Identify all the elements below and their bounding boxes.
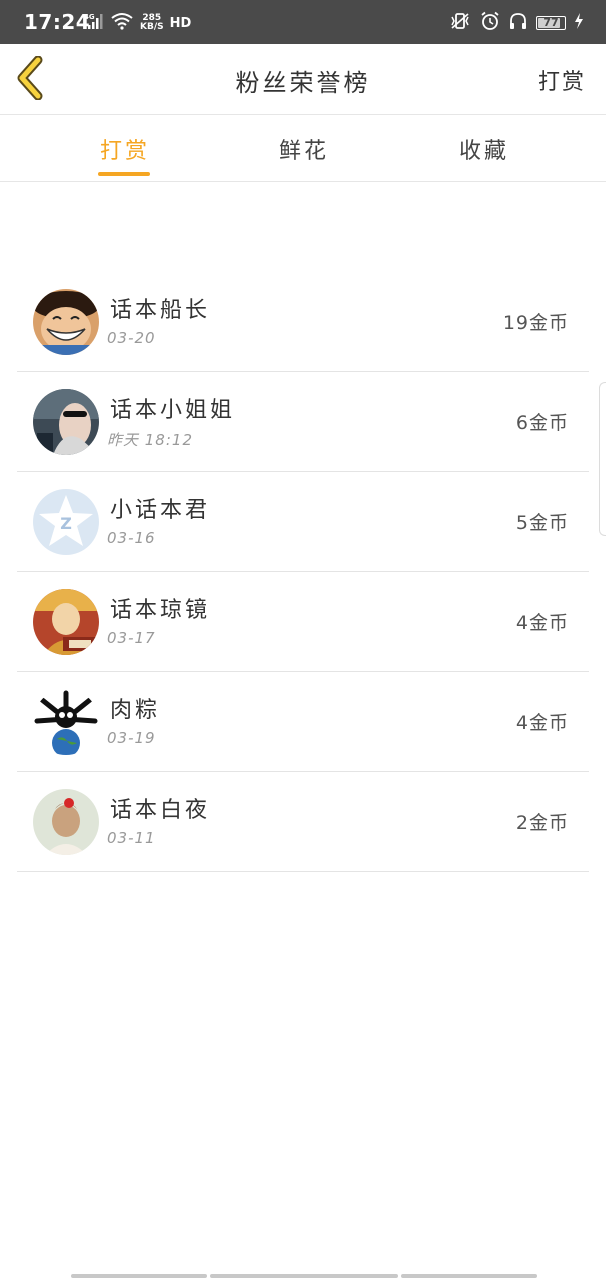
fan-date: 03-20 <box>107 329 156 347</box>
fan-amount: 5金币 <box>515 512 569 534</box>
tab-reward[interactable]: 打赏 <box>100 133 150 165</box>
tab-bar: 打赏 鲜花 收藏 <box>0 115 606 182</box>
status-bar: 17:24 4G 285 KB/S HD 77 <box>0 0 606 44</box>
status-time: 17:24 <box>24 10 91 34</box>
fan-date: 昨天 18:12 <box>107 431 193 449</box>
battery-level: 77 <box>543 16 559 29</box>
fan-amount: 6金币 <box>515 412 569 434</box>
fan-amount: 19金币 <box>502 312 569 334</box>
home-indicator-segment <box>401 1274 537 1278</box>
alarm-icon <box>480 11 500 35</box>
list-item[interactable]: 话本白夜 03-11 2金币 <box>17 772 589 872</box>
status-left-icons: 4G 285 KB/S HD <box>84 12 191 34</box>
fan-name: 话本小姐姐 <box>110 398 236 423</box>
fan-name: 话本琼镜 <box>110 598 211 623</box>
charging-icon <box>574 12 584 34</box>
home-indicator <box>71 1274 537 1278</box>
avatar <box>33 689 99 755</box>
fan-amount: 2金币 <box>515 812 569 834</box>
network-type: 4G <box>84 13 95 21</box>
fan-amount: 4金币 <box>515 712 569 734</box>
list-item[interactable]: Z 小话本君 03-16 5金币 <box>17 472 589 572</box>
wifi-icon <box>110 12 134 34</box>
fan-name: 话本白夜 <box>110 798 211 823</box>
fan-list: 话本船长 03-20 19金币 话本小姐姐 昨天 18:12 6金币 Z 小话本… <box>17 272 589 872</box>
fan-name: 话本船长 <box>110 298 211 323</box>
tab-favorites[interactable]: 收藏 <box>459 133 509 165</box>
app-header: 粉丝荣誉榜 打赏 <box>0 44 606 115</box>
fan-date: 03-11 <box>107 829 156 847</box>
fan-date: 03-17 <box>107 629 156 647</box>
status-right-icons: 77 <box>448 11 584 35</box>
headphones-icon <box>508 11 528 35</box>
battery-icon: 77 <box>536 16 566 30</box>
edge-gesture-handle[interactable] <box>599 382 606 536</box>
fan-amount: 4金币 <box>515 612 569 634</box>
hd-indicator: HD <box>169 15 192 31</box>
avatar <box>33 389 99 455</box>
avatar <box>33 789 99 855</box>
signal-icon: 4G <box>84 12 104 34</box>
vibrate-icon <box>448 11 472 35</box>
fan-name: 小话本君 <box>110 498 211 523</box>
avatar <box>33 289 99 355</box>
tab-flowers[interactable]: 鲜花 <box>279 133 329 165</box>
fan-date: 03-19 <box>107 729 156 747</box>
avatar <box>33 589 99 655</box>
network-speed-unit: KB/S <box>140 22 164 32</box>
page-title: 粉丝荣誉榜 <box>235 69 371 97</box>
list-item[interactable]: 话本琼镜 03-17 4金币 <box>17 572 589 672</box>
active-tab-indicator <box>98 172 150 176</box>
svg-text:Z: Z <box>60 514 72 533</box>
home-indicator-segment <box>71 1274 207 1278</box>
network-speed: 285 KB/S <box>140 14 164 32</box>
list-item[interactable]: 肉粽 03-19 4金币 <box>17 672 589 772</box>
reward-button[interactable]: 打赏 <box>538 64 586 96</box>
fan-name: 肉粽 <box>110 698 161 723</box>
list-item[interactable]: 话本船长 03-20 19金币 <box>17 272 589 372</box>
avatar: Z <box>33 489 99 555</box>
list-item[interactable]: 话本小姐姐 昨天 18:12 6金币 <box>17 372 589 472</box>
home-indicator-segment <box>210 1274 398 1278</box>
fan-date: 03-16 <box>107 529 156 547</box>
